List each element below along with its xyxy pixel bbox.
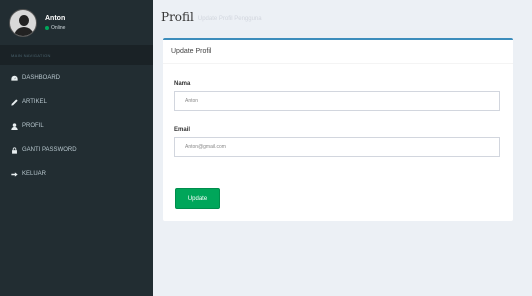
user-panel: Anton Online xyxy=(0,0,153,45)
email-group: Email Anton@gmail.com xyxy=(174,127,500,157)
sidebar-item-label: GANTI PASSWORD xyxy=(22,147,77,153)
status-dot-icon xyxy=(45,26,49,30)
lock-icon xyxy=(11,146,18,154)
sidebar-item-label: DASHBOARD xyxy=(22,75,61,81)
sidebar-item-profil[interactable]: PROFIL xyxy=(0,115,153,137)
update-button[interactable]: Update xyxy=(175,188,220,209)
box-title: Update Profil xyxy=(163,40,513,64)
profile-box: Update Profil Nama Anton Email Anton@gma… xyxy=(163,38,513,221)
sign-out-icon xyxy=(11,171,18,178)
avatar xyxy=(9,8,37,37)
user-info: Anton Online xyxy=(45,15,65,31)
name-label: Nama xyxy=(174,81,191,87)
sidebar-item-artikel[interactable]: ARTIKEL xyxy=(0,91,153,113)
nav-header: MAIN NAVIGATION xyxy=(0,45,153,65)
dashboard-icon xyxy=(11,75,18,82)
page-subtitle: Update Profil Pengguna xyxy=(197,16,262,22)
content-header: Profil Update Profil Pengguna xyxy=(153,0,532,34)
sidebar-item-label: KELUAR xyxy=(22,171,47,177)
user-status: Online xyxy=(45,24,66,31)
user-icon xyxy=(11,122,18,130)
sidebar-item-label: ARTIKEL xyxy=(22,99,47,105)
user-status-label: Online xyxy=(51,24,66,31)
sidebar-item-dashboard[interactable]: DASHBOARD xyxy=(0,67,153,89)
email-input[interactable]: Anton@gmail.com xyxy=(174,137,500,157)
name-group: Nama Anton xyxy=(174,81,500,111)
user-name: Anton xyxy=(45,14,66,22)
sidebar-item-ganti-password[interactable]: GANTI PASSWORD xyxy=(0,139,153,161)
name-input[interactable]: Anton xyxy=(174,91,500,111)
sidebar: Anton Online MAIN NAVIGATION DASHBOARD A… xyxy=(0,0,153,296)
email-label: Email xyxy=(174,127,191,133)
sidebar-item-keluar[interactable]: KELUAR xyxy=(0,163,153,185)
sidebar-item-label: PROFIL xyxy=(22,123,44,129)
pencil-icon xyxy=(11,98,18,106)
page-title: Profil xyxy=(161,10,194,24)
